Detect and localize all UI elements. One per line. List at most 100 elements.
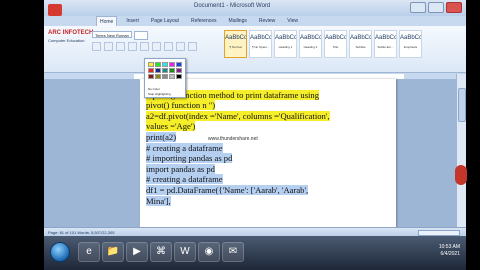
color-swatch[interactable] bbox=[162, 74, 168, 79]
color-swatch[interactable] bbox=[176, 68, 182, 73]
highlight-color-button[interactable] bbox=[176, 42, 185, 51]
start-button[interactable] bbox=[50, 242, 70, 262]
tab-mailings[interactable]: Mailings bbox=[226, 16, 250, 26]
document-page[interactable]: print(a1)# pivot() function method to pr… bbox=[140, 79, 396, 229]
taskbar-clock: 10:53 AM 6/4/2021 bbox=[439, 244, 460, 258]
color-swatches bbox=[148, 62, 182, 79]
style-item[interactable]: AaBbCcD Subtitle bbox=[349, 30, 372, 58]
color-swatch[interactable] bbox=[169, 62, 175, 67]
document-area: print(a1)# pivot() function method to pr… bbox=[44, 79, 466, 229]
color-swatch[interactable] bbox=[176, 62, 182, 67]
bold-button[interactable] bbox=[92, 42, 101, 51]
brand-tagline: Computer Education bbox=[48, 38, 85, 43]
taskbar-app-icon[interactable]: ✉ bbox=[222, 242, 244, 262]
tab-home[interactable]: Home bbox=[96, 16, 118, 26]
style-preview: AaBbCcDc bbox=[225, 35, 247, 41]
vertical-scrollbar[interactable] bbox=[456, 74, 466, 229]
underline-button[interactable] bbox=[116, 42, 125, 51]
color-swatch[interactable] bbox=[148, 62, 154, 67]
color-swatch[interactable] bbox=[148, 74, 154, 79]
document-line: a2=df.pivot(index ='Name', columns ='Qua… bbox=[146, 110, 330, 121]
close-button[interactable] bbox=[446, 2, 462, 13]
color-swatch[interactable] bbox=[162, 62, 168, 67]
brand-name: ARC INFOTECH bbox=[48, 30, 94, 36]
style-item[interactable]: AaBbCc Heading 2 bbox=[299, 30, 322, 58]
title-bar: Document1 - Microsoft Word bbox=[44, 0, 466, 16]
no-color-option[interactable]: No Color bbox=[148, 87, 160, 91]
document-line: values ='Age') bbox=[146, 121, 196, 132]
style-name: Heading 1 bbox=[278, 45, 293, 49]
style-item[interactable]: AaBbCcDc ¶ No Spaci... bbox=[249, 30, 272, 58]
color-swatch[interactable] bbox=[155, 68, 161, 73]
style-item[interactable]: AaBbCcDc Subtle Em... bbox=[374, 30, 397, 58]
italic-button[interactable] bbox=[104, 42, 113, 51]
stop-highlighting-option[interactable]: Stop Highlighting bbox=[148, 92, 171, 96]
style-name: ¶ Normal bbox=[229, 45, 242, 49]
document-line: # creating a dataframe bbox=[146, 142, 223, 153]
document-line: df1 = pd.DataFrame({'Name': ['Aarab', 'A… bbox=[146, 184, 309, 195]
tab-review[interactable]: Review bbox=[256, 16, 278, 26]
window-title: Document1 - Microsoft Word bbox=[194, 3, 271, 9]
document-line: print(a2) bbox=[146, 131, 177, 142]
office-button-icon[interactable] bbox=[48, 4, 62, 16]
clock-time: 10:53 AM bbox=[438, 244, 460, 250]
color-swatch[interactable] bbox=[155, 62, 161, 67]
style-item[interactable]: AaBbCcDc ¶ Normal bbox=[224, 30, 247, 58]
style-preview: AaBbCc bbox=[300, 35, 322, 41]
window-controls bbox=[410, 2, 462, 13]
font-name-box[interactable]: Times New Roman bbox=[92, 31, 132, 38]
tab-page-layout[interactable]: Page Layout bbox=[148, 16, 182, 26]
document-line: pivot() function n ") bbox=[146, 100, 216, 111]
ribbon: ARC INFOTECH Computer Education Times Ne… bbox=[44, 26, 466, 73]
tab-view[interactable]: View bbox=[284, 16, 301, 26]
color-swatch[interactable] bbox=[148, 68, 154, 73]
taskbar-app-icon[interactable]: ▶ bbox=[126, 242, 148, 262]
style-item[interactable]: AaBbCc Title bbox=[324, 30, 347, 58]
style-name: Subtitle bbox=[355, 45, 366, 49]
style-preview: AaBbCcDc bbox=[250, 35, 272, 41]
clock-date: 6/4/2021 bbox=[440, 251, 460, 257]
style-item[interactable]: AaBbCc Heading 1 bbox=[274, 30, 297, 58]
document-line: # creating a dataframe bbox=[146, 174, 223, 185]
ribbon-tabs: Home Insert Page Layout References Mailings R… bbox=[44, 16, 466, 26]
taskbar-app-icon[interactable]: ◉ bbox=[198, 242, 220, 262]
brand-watermark: ARC INFOTECH Computer Education bbox=[48, 30, 93, 44]
color-swatch[interactable] bbox=[155, 74, 161, 79]
color-swatch[interactable] bbox=[169, 68, 175, 73]
scroll-thumb[interactable] bbox=[458, 88, 466, 122]
color-swatch[interactable] bbox=[162, 68, 168, 73]
taskbar-app-icon[interactable]: ⌘ bbox=[150, 242, 172, 262]
format-buttons bbox=[92, 42, 197, 51]
style-name: Heading 2 bbox=[303, 45, 318, 49]
document-line: # importing pandas as pd bbox=[146, 153, 233, 164]
recorder-watermark: www.thundershare.net bbox=[208, 136, 258, 142]
minimize-button[interactable] bbox=[410, 2, 426, 13]
color-swatch[interactable] bbox=[169, 74, 175, 79]
document-line: import pandas as pd bbox=[146, 163, 215, 174]
styles-gallery: AaBbCcDc¶ NormalAaBbCcDc¶ No Spaci...AaB… bbox=[224, 30, 422, 58]
text-effects-button[interactable] bbox=[164, 42, 173, 51]
font-color-button[interactable] bbox=[188, 42, 197, 51]
color-swatch[interactable] bbox=[176, 74, 182, 79]
style-preview: AaBbCc bbox=[275, 35, 297, 41]
style-item[interactable]: AaBbCcDc Emphasis bbox=[399, 30, 422, 58]
document-text[interactable]: print(a1)# pivot() function method to pr… bbox=[146, 79, 384, 206]
taskbar-app-icon[interactable]: 📁 bbox=[102, 242, 124, 262]
taskbar: e 📁 ▶ ⌘ W ◉ ✉ 10:53 AM 6/4/2021 bbox=[44, 236, 466, 270]
screen: Document1 - Microsoft Word Home Insert Pag… bbox=[44, 0, 466, 270]
maximize-button[interactable] bbox=[428, 2, 444, 13]
style-name: Emphasis bbox=[403, 45, 418, 49]
font-size-box[interactable] bbox=[134, 31, 148, 40]
superscript-button[interactable] bbox=[152, 42, 161, 51]
style-preview: AaBbCc bbox=[325, 35, 347, 41]
taskbar-app-icon[interactable]: W bbox=[174, 242, 196, 262]
subscript-button[interactable] bbox=[140, 42, 149, 51]
style-preview: AaBbCcD bbox=[350, 35, 372, 41]
record-button[interactable] bbox=[455, 165, 467, 185]
taskbar-app-icon[interactable]: e bbox=[78, 242, 100, 262]
style-preview: AaBbCcDc bbox=[375, 35, 397, 41]
tab-insert[interactable]: Insert bbox=[123, 16, 142, 26]
highlight-color-palette: No Color Stop Highlighting bbox=[144, 58, 186, 98]
strikethrough-button[interactable] bbox=[128, 42, 137, 51]
tab-references[interactable]: References bbox=[188, 16, 220, 26]
